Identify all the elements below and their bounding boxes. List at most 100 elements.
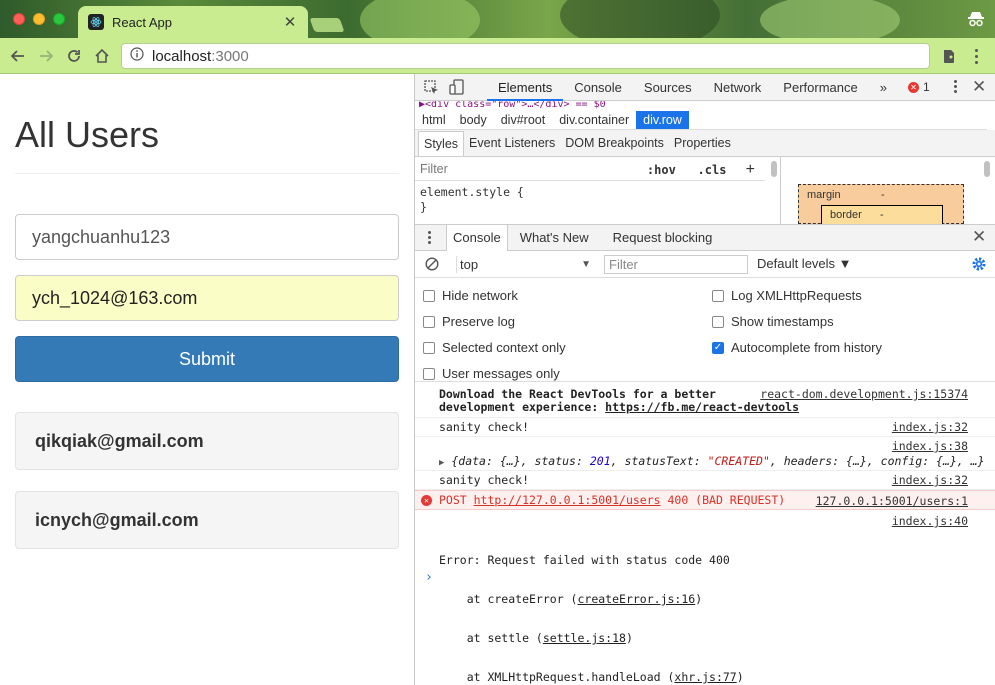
more-tabs-button[interactable]: »	[869, 74, 898, 101]
url-port: :3000	[211, 47, 249, 65]
evernote-extension-icon[interactable]	[940, 47, 958, 65]
gear-icon[interactable]	[971, 256, 987, 272]
stack-link[interactable]: settle.js:18	[543, 631, 626, 645]
drawer-tab-console[interactable]: Console	[446, 225, 508, 251]
react-devtools-link[interactable]: https://fb.me/react-devtools	[605, 400, 799, 414]
console-filter-input[interactable]: Filter	[604, 255, 748, 274]
drawer-tab-whats-new[interactable]: What's New	[514, 225, 595, 251]
hide-network-checkbox[interactable]: Hide network	[423, 288, 518, 303]
drawer-menu-icon[interactable]	[428, 231, 431, 244]
request-url-link[interactable]: http://127.0.0.1:5001/users	[474, 493, 661, 507]
user-card: qikqiak@gmail.com	[15, 412, 399, 470]
tab-sources[interactable]: Sources	[633, 74, 703, 101]
message-source-link[interactable]: index.js:38	[892, 440, 968, 453]
info-icon[interactable]	[130, 47, 144, 65]
crumb-root[interactable]: div#root	[494, 111, 552, 129]
selected-context-checkbox[interactable]: Selected context only	[423, 340, 566, 355]
reload-icon[interactable]	[64, 46, 84, 66]
browser-toolbar: localhost:3000	[0, 38, 995, 74]
preserve-log-checkbox[interactable]: Preserve log	[423, 314, 515, 329]
tab-console[interactable]: Console	[563, 74, 633, 101]
window-close-button[interactable]	[13, 13, 25, 25]
console-prompt[interactable]: ›	[425, 570, 433, 585]
back-arrow-icon[interactable]	[8, 46, 28, 66]
tab-close-icon[interactable]: ✕	[282, 13, 298, 31]
message-source-link[interactable]: react-dom.development.js:15374	[760, 388, 968, 401]
styles-scrollbar[interactable]	[771, 161, 777, 177]
styles-tabs: Styles Event Listeners DOM Breakpoints P…	[415, 130, 995, 157]
context-select[interactable]: top ▼	[456, 256, 591, 273]
message-source-link[interactable]: 127.0.0.1:5001/users:1	[816, 495, 968, 508]
tab-elements[interactable]: Elements	[487, 74, 564, 101]
forward-arrow-icon[interactable]	[36, 46, 56, 66]
window-maximize-button[interactable]	[53, 13, 65, 25]
message-source-link[interactable]: index.js:32	[892, 421, 968, 434]
devtools-panel: Elements Console Sources Network Perform…	[414, 74, 995, 685]
console-toolbar: top ▼ Filter Default levels ▼	[415, 251, 995, 278]
message-source-link[interactable]: index.js:32	[892, 474, 968, 487]
console-message: index.js:38 ▶ {data: {…}, status: 201, s…	[415, 437, 995, 471]
address-bar[interactable]: localhost:3000	[121, 43, 930, 69]
hov-toggle[interactable]: :hov	[647, 163, 676, 177]
devtools-close-icon[interactable]: ✕	[972, 77, 986, 97]
browser-tabstrip: React App ✕	[0, 0, 995, 38]
box-model-scrollbar[interactable]	[984, 161, 990, 177]
stack-frame: at XMLHttpRequest.handleLoad (	[439, 670, 675, 684]
tab-title: React App	[112, 14, 172, 30]
new-style-rule-button[interactable]: +	[746, 161, 755, 178]
show-timestamps-checkbox[interactable]: Show timestamps	[712, 314, 834, 329]
error-count-badge[interactable]: ✕ 1	[908, 80, 930, 94]
tab-dom-breakpoints[interactable]: DOM Breakpoints	[560, 130, 669, 156]
drawer-tab-request-blocking[interactable]: Request blocking	[607, 225, 719, 251]
log-levels-dropdown[interactable]: Default levels ▼	[757, 256, 852, 271]
box-model-margin[interactable]: margin - border -	[798, 184, 964, 227]
clear-console-icon[interactable]	[425, 257, 439, 274]
devtools-toolbar: Elements Console Sources Network Perform…	[415, 74, 995, 101]
margin-label: margin	[807, 189, 841, 201]
devtools-menu-icon[interactable]	[950, 80, 960, 93]
drawer-toolbar: Console What's New Request blocking ✕	[415, 224, 995, 251]
crumb-container[interactable]: div.container	[552, 111, 636, 129]
dom-tree-peek[interactable]: ▶<div class="row">…</div> == $0	[415, 101, 995, 111]
tab-properties[interactable]: Properties	[669, 130, 736, 156]
autocomplete-label: Autocomplete from history	[731, 340, 883, 355]
drawer-close-icon[interactable]: ✕	[972, 227, 986, 247]
user-card: icnych@gmail.com	[15, 491, 399, 549]
submit-button[interactable]: Submit	[15, 336, 399, 382]
styles-filter-input[interactable]: Filter :hov .cls +	[415, 157, 765, 181]
browser-menu-icon[interactable]	[968, 46, 984, 66]
new-tab-button[interactable]	[309, 18, 345, 32]
autocomplete-checkbox[interactable]: ✓ Autocomplete from history	[712, 340, 882, 355]
context-value: top	[460, 257, 479, 272]
hide-network-label: Hide network	[442, 288, 518, 303]
crumb-body[interactable]: body	[453, 111, 494, 129]
theme-decoration	[760, 0, 900, 38]
crumb-row[interactable]: div.row	[636, 111, 689, 129]
error-icon: ✕	[908, 81, 919, 93]
window-minimize-button[interactable]	[33, 13, 45, 25]
message-source-link[interactable]: index.js:40	[892, 515, 968, 528]
stack-link[interactable]: xhr.js:77	[674, 670, 736, 684]
expand-triangle-icon[interactable]: ▶	[439, 458, 444, 468]
log-xhr-checkbox[interactable]: Log XMLHttpRequests	[712, 288, 862, 303]
tab-event-listeners[interactable]: Event Listeners	[464, 130, 560, 156]
tab-performance[interactable]: Performance	[772, 74, 868, 101]
email-input[interactable]: ych_1024@163.com	[15, 275, 399, 321]
tab-network[interactable]: Network	[703, 74, 773, 101]
url-host: localhost	[152, 47, 212, 65]
response-object[interactable]: ▶ {data: {…}, status: 201, statusText: "…	[439, 455, 985, 470]
username-input[interactable]: yangchuanhu123	[15, 214, 399, 260]
tab-styles[interactable]: Styles	[418, 131, 465, 156]
console-settings: Hide network Preserve log Selected conte…	[415, 278, 995, 382]
styles-pane: Filter :hov .cls + element.style { }	[415, 157, 781, 224]
inspect-element-icon[interactable]	[423, 79, 440, 96]
element-style-rule[interactable]: element.style { }	[420, 185, 524, 215]
browser-tab-react-app[interactable]: React App ✕	[78, 6, 308, 38]
user-messages-checkbox[interactable]: User messages only	[423, 366, 560, 381]
crumb-html[interactable]: html	[415, 111, 453, 129]
stack-link[interactable]: createError.js:16	[577, 592, 695, 606]
device-toolbar-icon[interactable]	[449, 79, 466, 96]
cls-toggle[interactable]: .cls	[698, 163, 727, 177]
error-status: 400 (BAD REQUEST)	[660, 493, 786, 507]
home-icon[interactable]	[92, 46, 112, 66]
